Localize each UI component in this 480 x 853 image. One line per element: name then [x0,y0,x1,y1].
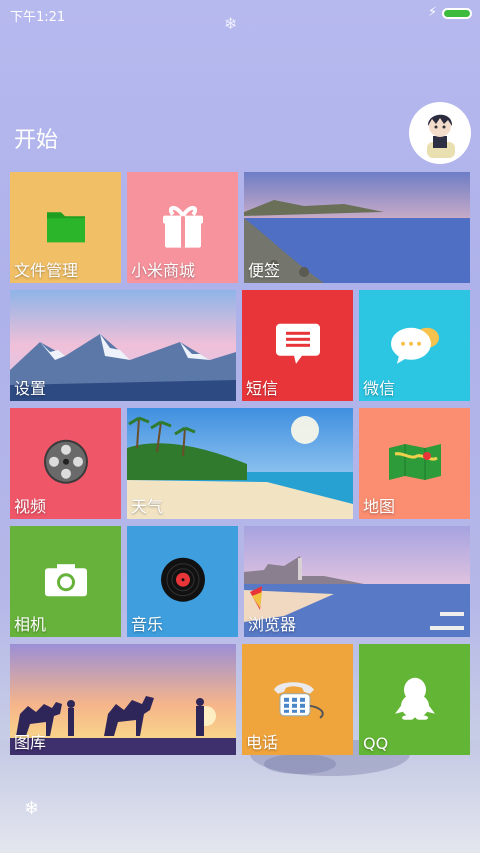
tile-label: 图库 [14,733,47,752]
gift-icon [162,205,203,248]
camera-icon [44,563,87,596]
vinyl-record-icon [160,557,205,602]
page-title: 开始 [14,128,59,153]
qq-penguin-icon [394,677,435,720]
tile-label: 微信 [363,379,396,398]
tile-label: 浏览器 [248,615,297,634]
tile-label: 小米商城 [131,261,196,280]
tile-settings[interactable]: 设置 [10,290,236,401]
tile-label: 地图 [363,497,396,516]
map-icon [388,443,441,480]
tile-music[interactable]: 音乐 [127,526,238,637]
tile-label: 短信 [246,379,279,398]
tile-label: 天气 [131,497,164,516]
battery-icon [442,8,472,19]
status-bar: 下午1:21 ❄ ⚡ [0,0,480,33]
tile-label: 视频 [14,497,47,516]
snowflake-icon: ❄ [24,798,40,819]
tile-wechat[interactable]: 微信 [359,290,470,401]
status-time: 下午1:21 [10,10,66,25]
avatar[interactable] [411,104,469,162]
tile-mi-store[interactable]: 小米商城 [127,172,238,283]
message-icon [275,323,320,364]
telephone-icon [273,681,324,719]
charging-icon: ⚡ [428,5,438,20]
tile-label: 便签 [248,261,281,280]
snowflake-icon: ❄ [224,14,238,33]
tile-map[interactable]: 地图 [359,408,470,519]
tile-label: 电话 [246,733,279,752]
tile-label: 设置 [14,379,47,398]
wechat-icon [390,327,439,364]
background-beach-scene [0,740,480,853]
tile-messages[interactable]: 短信 [242,290,353,401]
tile-label: 相机 [14,615,47,634]
tile-browser[interactable]: 浏览器 [244,526,470,637]
tile-camera[interactable]: 相机 [10,526,121,637]
tile-label: 文件管理 [14,261,79,280]
film-reel-icon [43,439,88,484]
tile-video[interactable]: 视频 [10,408,121,519]
tile-label: 音乐 [131,615,164,634]
tile-qq[interactable]: QQ [359,644,470,755]
tile-label: QQ [363,734,389,753]
tile-notes[interactable]: 便签 [244,172,470,283]
tile-file-manager[interactable]: 文件管理 [10,172,121,283]
avatar-icon [411,104,469,162]
tile-gallery[interactable]: 图库 [10,644,236,755]
folder-icon [46,211,85,242]
tile-weather[interactable]: 天气 [127,408,353,519]
tile-phone[interactable]: 电话 [242,644,353,755]
